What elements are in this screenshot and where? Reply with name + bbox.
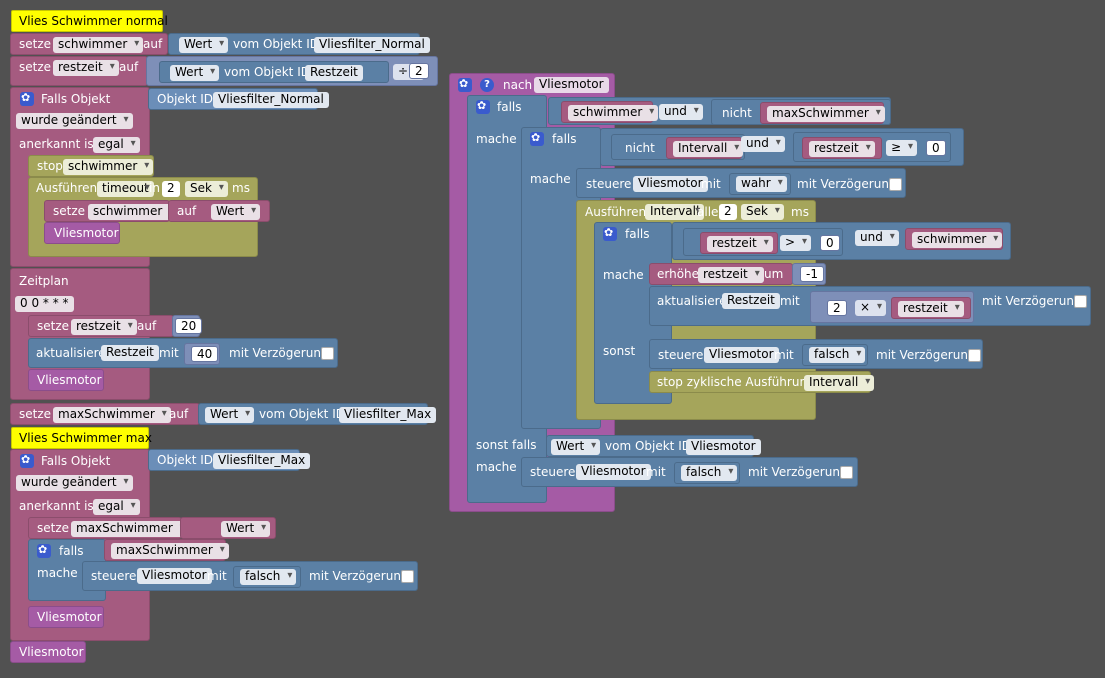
- timeout-number[interactable]: 2: [162, 181, 180, 197]
- var-intervall[interactable]: Intervall: [673, 141, 744, 157]
- number-2[interactable]: 2: [409, 63, 429, 79]
- number-block-20[interactable]: 20: [172, 315, 203, 337]
- timeout-unit-dropdown[interactable]: Sek: [185, 181, 228, 197]
- trigger-change-dropdown[interactable]: wurde geändert: [16, 113, 133, 129]
- logic-and-block[interactable]: schwimmer und nicht maxSchwimmer: [548, 97, 891, 125]
- attribute-dropdown-wert[interactable]: Wert: [179, 37, 229, 53]
- cron-field[interactable]: 0 0 * * *: [15, 296, 74, 312]
- aktualisiere-restzeit-block[interactable]: aktualisiere Restzeit mit 40 mit Verzöge…: [28, 338, 338, 368]
- procedure-name[interactable]: Vliesmotor: [534, 77, 609, 93]
- object-id-vliesfilter-normal-trigger[interactable]: Vliesfilter_Normal: [213, 92, 329, 108]
- setze-schwimmer-inner-value[interactable]: auf Wert: [168, 200, 270, 222]
- variable-dropdown-schwimmer[interactable]: schwimmer: [53, 37, 144, 53]
- steuere-vliesmotor-falsch[interactable]: steuere Vliesmotor mit falsch mit Verzög…: [82, 561, 418, 591]
- variable-dropdown-restzeit[interactable]: restzeit: [53, 60, 119, 76]
- ack-dropdown[interactable]: egal: [93, 137, 140, 153]
- var-maxschwimmer[interactable]: maxSchwimmer: [767, 106, 885, 122]
- object-id-vliesfilter-normal[interactable]: Vliesfilter_Normal: [314, 37, 430, 53]
- erhoehe-restzeit[interactable]: erhöhe restzeit um: [649, 263, 793, 285]
- delay-checkbox[interactable]: [968, 349, 981, 362]
- gear-icon[interactable]: [603, 226, 617, 241]
- logic-op-und[interactable]: und: [659, 104, 703, 120]
- object-id-vliesfilter-max-trigger[interactable]: Vliesfilter_Max: [213, 453, 311, 469]
- setze-schwimmer-inner[interactable]: setze schwimmer: [44, 200, 179, 222]
- steuere-vliesmotor-wahr[interactable]: steuere Vliesmotor mit wahr mit Verzöger…: [576, 168, 906, 198]
- setze-maxschwimmer-block[interactable]: setze maxSchwimmer auf: [10, 403, 200, 425]
- object-id-vliesfilter-max[interactable]: Vliesfilter_Max: [339, 407, 437, 423]
- gear-icon[interactable]: [458, 77, 472, 92]
- delay-checkbox[interactable]: [401, 570, 414, 583]
- gear-icon[interactable]: [476, 99, 490, 114]
- gear-icon[interactable]: [20, 453, 34, 468]
- get-value-vliesmotor[interactable]: Wert vom Objekt ID Vliesmotor: [546, 435, 761, 457]
- logic-and-block-3[interactable]: restzeit > 0 und schwimmer: [672, 222, 1011, 260]
- get-value-block-restzeit[interactable]: Wert vom Objekt ID Restzeit: [159, 61, 389, 83]
- comment-vlies-schwimmer-normal[interactable]: Vlies Schwimmer normal: [11, 10, 168, 32]
- delay-checkbox[interactable]: [840, 466, 853, 479]
- call-vliesmotor-4[interactable]: Vliesmotor: [10, 641, 86, 663]
- gear-icon[interactable]: [20, 91, 34, 106]
- math-divide-block[interactable]: Wert vom Objekt ID Restzeit ÷ 2: [146, 56, 438, 86]
- gear-icon[interactable]: [37, 543, 51, 558]
- object-id-restzeit-update[interactable]: Restzeit: [101, 345, 159, 361]
- call-vliesmotor-3[interactable]: Vliesmotor: [28, 606, 104, 628]
- object-id-block-max[interactable]: Objekt ID Vliesfilter_Max: [148, 449, 311, 471]
- setze-restzeit-20[interactable]: setze restzeit auf: [28, 315, 174, 337]
- object-id-restzeit[interactable]: Restzeit: [305, 65, 363, 81]
- get-value-block-max[interactable]: Wert vom Objekt ID Vliesfilter_Max: [198, 403, 437, 425]
- logic-and-block-2[interactable]: nicht Intervall und restzeit ≥ 0: [600, 128, 964, 166]
- steuere-vliesmotor-falsch-2[interactable]: steuere Vliesmotor mit falsch mit Verzög…: [649, 339, 983, 369]
- stop-timeout-block[interactable]: stop schwimmer: [28, 155, 154, 177]
- var-schwimmer[interactable]: schwimmer: [568, 105, 659, 121]
- object-id-block[interactable]: Objekt ID Vliesfilter_Normal: [148, 88, 329, 110]
- aktualisiere-restzeit-math[interactable]: aktualisiere Restzeit mit 2 × restzeit m…: [649, 286, 1091, 326]
- call-vliesmotor-1[interactable]: Vliesmotor: [44, 222, 120, 244]
- setze-maxschwimmer-value[interactable]: Wert: [180, 517, 276, 539]
- steuere-vliesmotor-falsch-3[interactable]: steuere Vliesmotor mit falsch mit Verzög…: [521, 457, 858, 487]
- timeout-variable[interactable]: timeout: [97, 181, 154, 197]
- delay-checkbox[interactable]: [889, 178, 902, 191]
- get-value-block[interactable]: Wert vom Objekt ID Vliesfilter_Normal: [168, 33, 430, 55]
- delay-checkbox[interactable]: [1074, 295, 1087, 308]
- stop-interval[interactable]: stop zyklische Ausführung Intervall: [649, 371, 875, 393]
- call-vliesmotor-2[interactable]: Vliesmotor: [28, 369, 104, 391]
- help-icon[interactable]: ?: [480, 78, 494, 92]
- delay-checkbox[interactable]: [321, 347, 334, 360]
- var-maxschwimmer-condition[interactable]: maxSchwimmer: [104, 539, 229, 561]
- comment-vlies-schwimmer-max[interactable]: Vlies Schwimmer max: [11, 427, 152, 449]
- setze-maxschwimmer-inner[interactable]: setze maxSchwimmer auf: [28, 517, 206, 539]
- gear-icon[interactable]: [530, 131, 544, 146]
- setze-schwimmer-block[interactable]: setze schwimmer auf: [10, 33, 168, 55]
- setze-restzeit-block[interactable]: setze restzeit auf: [10, 56, 148, 86]
